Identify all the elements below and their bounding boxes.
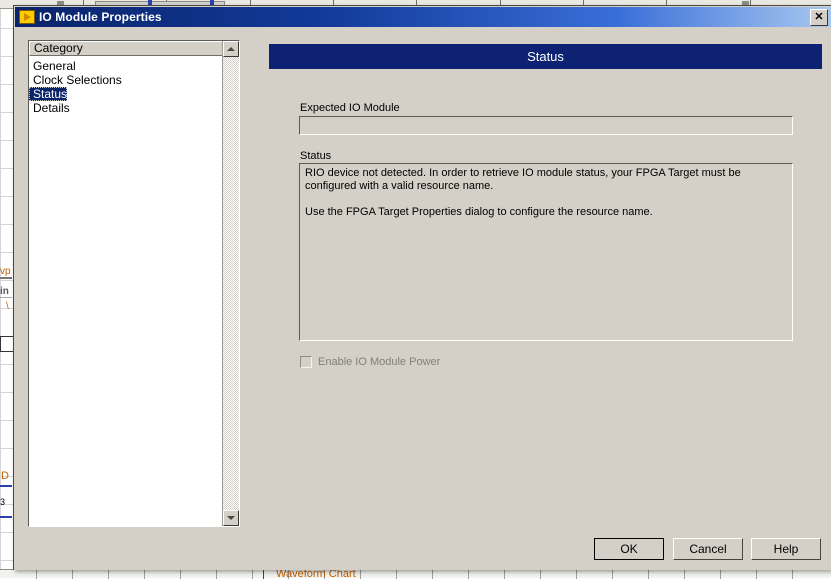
background-rule [0,277,12,279]
enable-io-module-power-checkbox[interactable]: Enable IO Module Power [300,356,440,368]
background-text-fragment: 3 [0,497,6,507]
scroll-up-arrow-icon[interactable] [223,41,239,57]
status-textbox[interactable]: RIO device not detected. In order to ret… [299,163,793,341]
checkbox-box-icon[interactable] [300,356,312,368]
labview-run-arrow-icon [19,10,35,24]
category-column-header: Category [29,41,223,56]
scroll-down-arrow-icon[interactable] [223,510,239,526]
category-list-scrollbar[interactable] [222,41,239,526]
help-button[interactable]: Help [751,538,821,560]
category-row: Status [29,85,223,101]
dialog-titlebar[interactable]: IO Module Properties ✕ [15,7,831,27]
close-icon[interactable]: ✕ [810,8,828,26]
cancel-button[interactable]: Cancel [673,538,743,560]
category-items: General Clock Selections Status Details [29,57,223,115]
background-text-fragment: vp [0,266,11,277]
category-row: Details [29,99,223,115]
category-row: General [29,57,223,73]
expected-io-module-label: Expected IO Module [300,102,400,114]
status-paragraph: Use the FPGA Target Properties dialog to… [305,206,653,218]
background-text-fragment: D [1,470,9,482]
category-listbox[interactable]: Category General Clock Selections Status… [28,40,240,527]
panel-title: Status [269,44,822,69]
background-rule [0,297,12,298]
background-rule [0,516,12,518]
enable-io-module-power-label: Enable IO Module Power [318,356,441,368]
ok-button[interactable]: OK [594,538,664,560]
background-text-fragment: \ [6,301,9,312]
background-rule [0,485,12,487]
expected-io-module-field[interactable] [299,116,793,135]
background-text-fragment: in [0,286,9,297]
io-module-properties-dialog: IO Module Properties ✕ Category General … [13,5,831,570]
background-bottom-ruler [0,569,831,579]
sidebar-item-details[interactable]: Details [29,101,70,115]
status-label: Status [300,150,332,162]
status-paragraph: RIO device not detected. In order to ret… [305,167,741,192]
dialog-title: IO Module Properties [39,10,162,24]
category-row: Clock Selections [29,71,223,87]
